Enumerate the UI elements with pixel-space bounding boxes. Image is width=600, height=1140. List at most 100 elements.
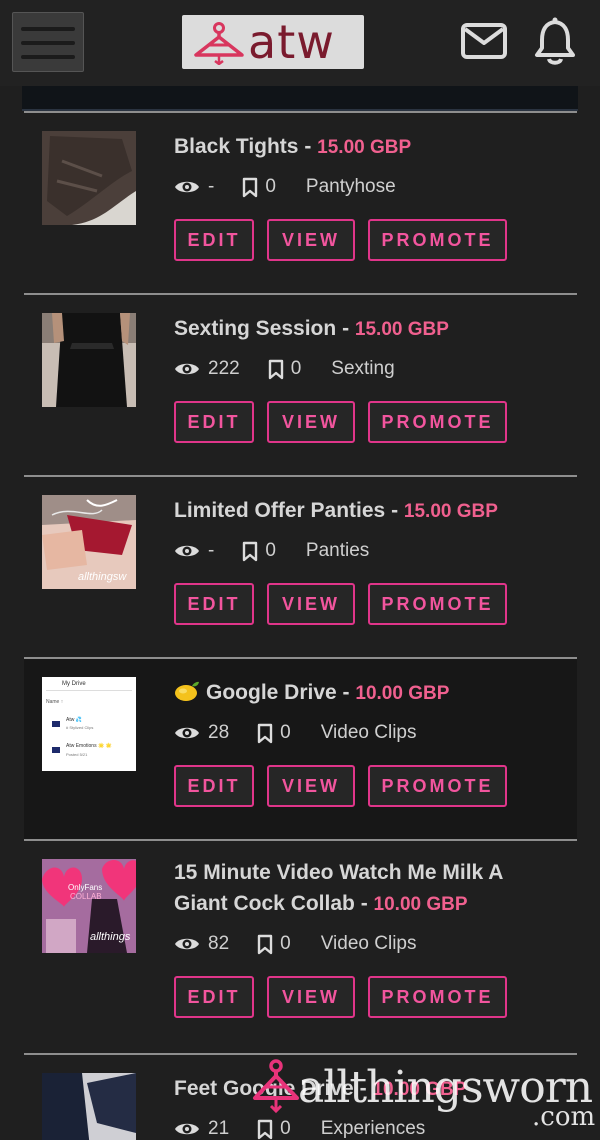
folder-icon [52, 721, 60, 727]
view-count: 28 [208, 722, 230, 743]
edit-button[interactable]: EDIT [174, 219, 254, 261]
thumbnail-text: allthings [90, 931, 131, 943]
view-button[interactable]: VIEW [267, 976, 355, 1018]
listing-stats: 28 0 Video Clips [174, 718, 520, 748]
view-count: 21 [208, 1118, 230, 1139]
listing-stats: 21 0 Experiences [174, 1114, 466, 1140]
promote-button[interactable]: PROMOTE [368, 976, 507, 1018]
view-button[interactable]: VIEW [267, 765, 355, 807]
view-button[interactable]: VIEW [267, 583, 355, 625]
mail-icon[interactable] [460, 22, 508, 60]
listing-title[interactable]: Sexting Session - 15.00 GBP [174, 313, 520, 345]
thumbnail-watermark: allthingsw [78, 571, 127, 583]
listing-title[interactable]: Feet Google Drive - 10.00 GBP [174, 1073, 466, 1105]
listing-info: Sexting Session - 15.00 GBP 222 0 Sextin… [174, 313, 520, 443]
listing-card: OnlyFans COLLAB allthings 15 Minute Vide… [24, 839, 577, 1053]
listing-thumbnail[interactable]: OnlyFans COLLAB allthings [42, 859, 136, 953]
thumbnail-text: Posted 5/21 [66, 752, 88, 757]
banner-strip [22, 86, 578, 111]
listing-category: Panties [305, 540, 370, 561]
save-count: 0 [290, 358, 302, 379]
listing-title[interactable]: Limited Offer Panties - 15.00 GBP [174, 495, 520, 527]
listing-info: 15 Minute Video Watch Me Milk A Giant Co… [174, 857, 520, 1018]
listing-title[interactable]: 15 Minute Video Watch Me Milk A Giant Co… [174, 857, 520, 920]
view-button[interactable]: VIEW [267, 219, 355, 261]
listing-card: allthingsw Limited Offer Panties - 15.00… [24, 475, 577, 657]
listing-thumbnail[interactable] [42, 313, 136, 407]
eye-icon [175, 181, 199, 193]
listing-price: 15.00 GBP [354, 319, 449, 340]
bookmark-icon [257, 1119, 273, 1139]
hamburger-icon [21, 27, 75, 31]
edit-button[interactable]: EDIT [174, 583, 254, 625]
view-button[interactable]: VIEW [267, 401, 355, 443]
eye-icon [175, 545, 199, 557]
view-count: - [208, 540, 215, 561]
listing-category: Sexting [331, 358, 395, 379]
thumbnail-text: Atw 💦 [66, 717, 82, 723]
listing-category: Experiences [320, 1118, 426, 1139]
bookmark-icon [268, 359, 283, 379]
promote-button[interactable]: PROMOTE [368, 765, 507, 807]
listing-price: 10.00 GBP [355, 683, 450, 704]
view-count: 82 [208, 933, 230, 954]
listing-stats: - 0 Panties [174, 536, 520, 566]
eye-icon [175, 727, 199, 739]
listing-category: Pantyhose [305, 176, 396, 197]
save-count: 0 [280, 1118, 291, 1139]
listing-price: 15.00 GBP [403, 501, 498, 522]
listings-list: Black Tights - 15.00 GBP - 0 Pantyhose E… [24, 111, 577, 1140]
edit-button[interactable]: EDIT [174, 765, 254, 807]
promote-button[interactable]: PROMOTE [368, 583, 507, 625]
promote-button[interactable]: PROMOTE [368, 401, 507, 443]
site-logo[interactable]: atw [182, 15, 364, 69]
listing-info: Feet Google Drive - 10.00 GBP 21 0 Exper… [174, 1073, 466, 1140]
hanger-logo-icon [194, 22, 244, 65]
listing-stats: 82 0 Video Clips [174, 929, 520, 959]
bookmark-icon [243, 541, 258, 561]
listing-price: 10.00 GBP [372, 1079, 467, 1100]
edit-button[interactable]: EDIT [174, 976, 254, 1018]
bookmark-icon [243, 177, 258, 197]
thumbnail-text: Name ↑ [46, 699, 64, 705]
thumbnail-text: Atw Emotions 🌟 🌟 [66, 743, 112, 749]
listing-title[interactable]: Black Tights - 15.00 GBP [174, 131, 520, 163]
listing-card: Feet Google Drive - 10.00 GBP 21 0 Exper… [24, 1053, 577, 1140]
promote-button[interactable]: PROMOTE [368, 219, 507, 261]
thumbnail-text: # Stylized Clips [66, 725, 94, 730]
listing-stats: 222 0 Sexting [174, 354, 520, 384]
view-count: 222 [208, 358, 240, 379]
eye-icon [175, 363, 199, 375]
listing-price: 15.00 GBP [317, 137, 412, 158]
top-navigation-bar: atw [0, 0, 600, 86]
listing-card: My Drive Name ↑ Atw 💦 # Stylized Clips A… [24, 657, 577, 839]
lemon-icon [175, 681, 199, 701]
save-count: 0 [280, 933, 291, 954]
save-count: 0 [280, 722, 291, 743]
save-count: 0 [265, 176, 276, 197]
listing-thumbnail[interactable]: My Drive Name ↑ Atw 💦 # Stylized Clips A… [42, 677, 136, 771]
logo-text: atw [248, 15, 335, 69]
bell-icon[interactable] [533, 16, 577, 66]
listing-thumbnail[interactable] [42, 131, 136, 225]
listing-price: 10.00 GBP [373, 894, 468, 915]
thumbnail-text: OnlyFans [68, 883, 103, 892]
listing-info: Google Drive - 10.00 GBP 28 0 Video Clip… [174, 677, 520, 807]
bookmark-icon [257, 934, 273, 954]
listing-thumbnail[interactable]: allthingsw [42, 495, 136, 589]
listing-category: Video Clips [320, 933, 417, 954]
hamburger-menu-button[interactable] [12, 12, 84, 72]
listing-card: Sexting Session - 15.00 GBP 222 0 Sextin… [24, 293, 577, 475]
listing-info: Limited Offer Panties - 15.00 GBP - 0 Pa… [174, 495, 520, 625]
thumbnail-text: My Drive [62, 681, 86, 687]
edit-button[interactable]: EDIT [174, 401, 254, 443]
bookmark-icon [257, 723, 273, 743]
hamburger-icon-line [21, 55, 75, 59]
listing-thumbnail[interactable] [42, 1073, 136, 1140]
view-count: - [208, 176, 215, 197]
listing-stats: - 0 Pantyhose [174, 172, 520, 202]
folder-icon [52, 747, 60, 753]
listing-title[interactable]: Google Drive - 10.00 GBP [174, 677, 520, 709]
hamburger-icon-line [21, 41, 75, 45]
thumbnail-text: COLLAB [70, 892, 102, 901]
